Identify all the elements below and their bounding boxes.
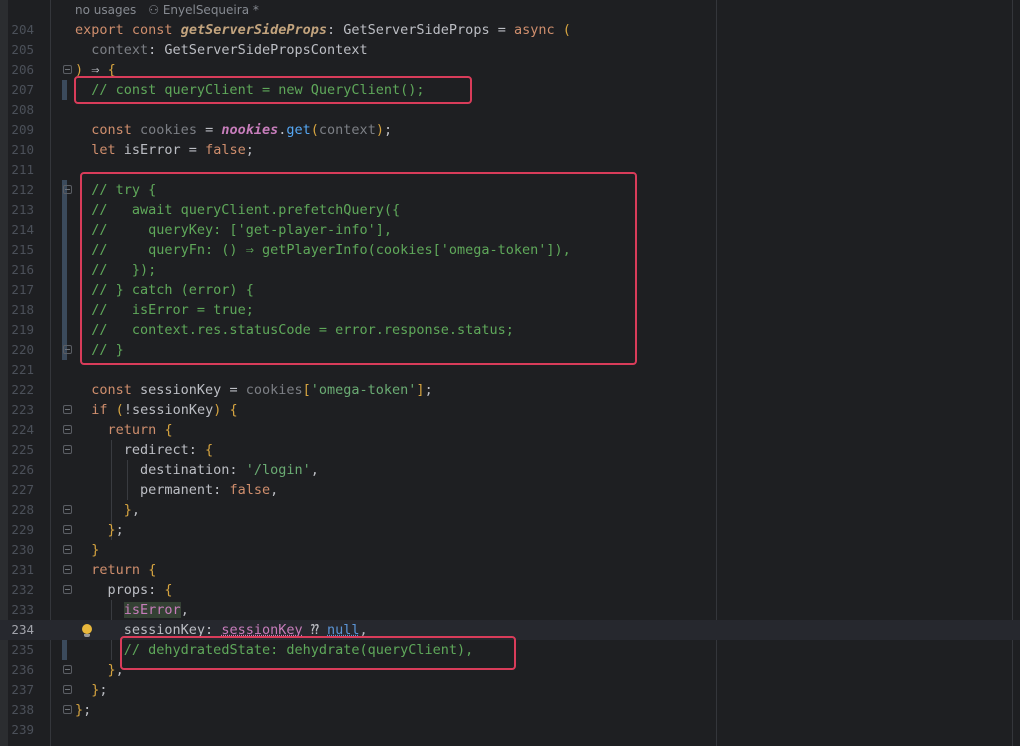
line-number[interactable]: 213 [8, 200, 34, 220]
line-number[interactable]: 234 [8, 620, 34, 640]
line-number[interactable]: 239 [8, 720, 34, 740]
line-number[interactable]: 217 [8, 280, 34, 300]
line-number[interactable]: 235 [8, 640, 34, 660]
line-number[interactable]: 215 [8, 240, 34, 260]
fold-marker-icon[interactable] [63, 665, 72, 674]
code-line[interactable]: 226 destination: '/login', [0, 460, 1020, 480]
code-line[interactable]: 210 let isError = false; [0, 140, 1020, 160]
line-number[interactable]: 216 [8, 260, 34, 280]
code-text[interactable]: }, [75, 500, 140, 520]
code-line[interactable]: 224 return { [0, 420, 1020, 440]
code-text[interactable]: isError, [75, 600, 189, 620]
code-text[interactable]: }; [75, 700, 91, 720]
code-line[interactable]: 233 isError, [0, 600, 1020, 620]
fold-marker-icon[interactable] [63, 545, 72, 554]
line-number[interactable]: 224 [8, 420, 34, 440]
code-line[interactable]: 229 }; [0, 520, 1020, 540]
code-line[interactable]: 227 permanent: false, [0, 480, 1020, 500]
code-editor[interactable]: no usages ⚇ EnyelSequeira * 204 export con… [0, 0, 1020, 746]
code-text[interactable]: if (!sessionKey) { [75, 400, 237, 420]
line-number[interactable]: 210 [8, 140, 34, 160]
highlight-box-query-client [74, 76, 472, 104]
code-text[interactable]: const sessionKey = cookies['omega-token'… [75, 380, 432, 400]
fold-marker-icon[interactable] [63, 345, 72, 354]
lightbulb-icon[interactable] [82, 624, 92, 637]
line-number[interactable]: 229 [8, 520, 34, 540]
line-number[interactable]: 225 [8, 440, 34, 460]
code-line[interactable]: 222 const sessionKey = cookies['omega-to… [0, 380, 1020, 400]
line-number[interactable]: 232 [8, 580, 34, 600]
code-line[interactable]: 209 const cookies = nookies.get(context)… [0, 120, 1020, 140]
line-number[interactable]: 209 [8, 120, 34, 140]
line-number[interactable]: 226 [8, 460, 34, 480]
code-text[interactable]: destination: '/login', [75, 460, 319, 480]
line-number[interactable]: 204 [8, 20, 34, 40]
fold-marker-icon[interactable] [63, 505, 72, 514]
code-text[interactable]: let isError = false; [75, 140, 254, 160]
line-number[interactable]: 206 [8, 60, 34, 80]
fold-marker-icon[interactable] [63, 445, 72, 454]
code-text[interactable]: return { [75, 420, 173, 440]
line-number[interactable]: 208 [8, 100, 34, 120]
line-number[interactable]: 231 [8, 560, 34, 580]
code-text[interactable]: } [75, 540, 99, 560]
line-number[interactable]: 228 [8, 500, 34, 520]
code-line[interactable]: 228 }, [0, 500, 1020, 520]
code-line[interactable]: 204 export const getServerSideProps: GetS… [0, 20, 1020, 40]
line-number[interactable]: 218 [8, 300, 34, 320]
highlight-box-dehydrated-state [120, 636, 516, 670]
code-vision-hint[interactable]: no usages ⚇ EnyelSequeira * [75, 0, 259, 20]
line-number[interactable]: 211 [8, 160, 34, 180]
code-text[interactable]: }; [75, 680, 107, 700]
fold-marker-icon[interactable] [63, 565, 72, 574]
code-line[interactable]: 232 props: { [0, 580, 1020, 600]
fold-marker-icon[interactable] [63, 585, 72, 594]
code-text[interactable]: }, [75, 660, 124, 680]
line-number[interactable]: 214 [8, 220, 34, 240]
fold-marker-icon[interactable] [63, 425, 72, 434]
code-text[interactable]: context: GetServerSidePropsContext [75, 40, 367, 60]
line-number[interactable]: 233 [8, 600, 34, 620]
code-line[interactable]: 223 if (!sessionKey) { [0, 400, 1020, 420]
line-number[interactable]: 222 [8, 380, 34, 400]
fold-marker-icon[interactable] [63, 525, 72, 534]
fold-marker-icon[interactable] [63, 185, 72, 194]
line-number[interactable]: 227 [8, 480, 34, 500]
line-number[interactable]: 212 [8, 180, 34, 200]
code-text[interactable]: props: { [75, 580, 173, 600]
code-line[interactable]: 225 redirect: { [0, 440, 1020, 460]
line-number[interactable]: 236 [8, 660, 34, 680]
code-text[interactable]: redirect: { [75, 440, 213, 460]
code-line[interactable]: 231 return { [0, 560, 1020, 580]
fold-marker-icon[interactable] [63, 705, 72, 714]
code-text[interactable]: permanent: false, [75, 480, 278, 500]
author-hint[interactable]: ⚇ EnyelSequeira * [148, 3, 259, 17]
fold-marker-icon[interactable] [63, 685, 72, 694]
code-text[interactable]: export const getServerSideProps: GetServ… [75, 20, 571, 40]
line-number[interactable]: 230 [8, 540, 34, 560]
line-number[interactable]: 205 [8, 40, 34, 60]
code-line[interactable]: 230 } [0, 540, 1020, 560]
usages-hint[interactable]: no usages [75, 3, 136, 17]
fold-marker-icon[interactable] [63, 65, 72, 74]
fold-marker-icon[interactable] [63, 405, 72, 414]
code-text[interactable]: return { [75, 560, 156, 580]
line-number[interactable]: 238 [8, 700, 34, 720]
line-number[interactable]: 219 [8, 320, 34, 340]
line-number[interactable]: 221 [8, 360, 34, 380]
code-line[interactable]: 238}; [0, 700, 1020, 720]
line-number[interactable]: 237 [8, 680, 34, 700]
code-text[interactable]: const cookies = nookies.get(context); [75, 120, 392, 140]
line-number[interactable]: 223 [8, 400, 34, 420]
code-line[interactable]: 239 [0, 720, 1020, 740]
code-text[interactable]: }; [75, 520, 124, 540]
code-line[interactable]: 237 }; [0, 680, 1020, 700]
highlight-box-try-catch [80, 172, 637, 365]
line-number[interactable]: 207 [8, 80, 34, 100]
line-number[interactable]: 220 [8, 340, 34, 360]
code-line[interactable]: 205 context: GetServerSidePropsContext [0, 40, 1020, 60]
